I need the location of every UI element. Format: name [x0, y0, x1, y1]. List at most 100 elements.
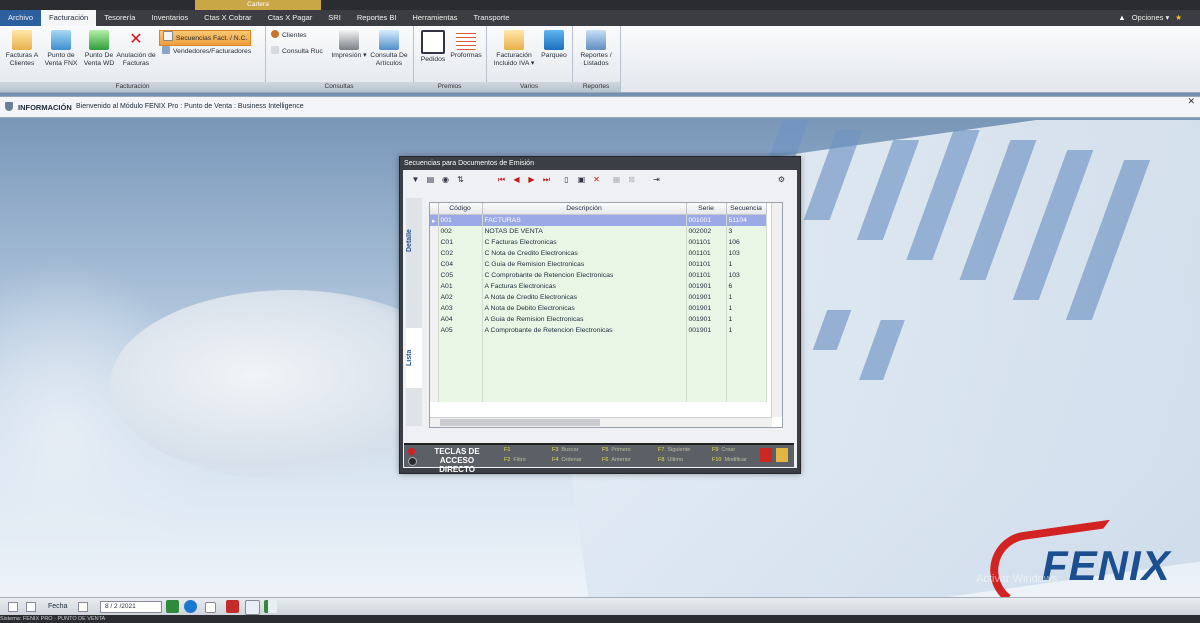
cell-secuencia: 51104 — [726, 214, 767, 226]
previous-record-icon[interactable]: ◀ — [510, 173, 523, 186]
cell-serie: 001901 — [686, 325, 727, 336]
cancel-icon[interactable]: ⊠ — [625, 173, 638, 186]
settings-icon[interactable]: ⚙ — [775, 173, 788, 186]
table-row[interactable]: A04 A Guia de Remision Electronicas 001901… — [430, 314, 767, 325]
play-icon[interactable] — [184, 600, 197, 613]
edit-document-icon[interactable]: ▣ — [575, 173, 588, 186]
order-icon — [421, 30, 445, 54]
tab-lista[interactable]: Lista — [406, 328, 422, 388]
clientes-button[interactable]: Clientes — [271, 30, 307, 42]
users-icon — [162, 46, 170, 54]
tools-icon[interactable] — [226, 600, 239, 613]
side-tabs: Detalle Lista — [406, 198, 422, 426]
tab-facturacion[interactable]: Facturación — [41, 10, 97, 26]
cell-serie: 001101 — [686, 259, 727, 270]
key-icon[interactable] — [776, 448, 788, 462]
proformas-button[interactable]: Proformas — [448, 28, 484, 60]
col-descripcion[interactable]: Descripción — [482, 203, 687, 215]
empty-row — [430, 380, 767, 391]
col-codigo[interactable]: Código — [438, 203, 483, 215]
cell-secuencia: 103 — [726, 248, 767, 259]
table-row[interactable]: A03 A Nota de Debito Electronicas 001901 1 — [430, 303, 767, 314]
export-icon[interactable]: ▤ — [424, 173, 437, 186]
new-document-icon[interactable]: ▯ — [560, 173, 573, 186]
keys-title: TECLAS DE ACCESO DIRECTO — [434, 447, 480, 474]
anulacion-de-facturas-button[interactable]: ✕ Anulación de Facturas — [116, 28, 156, 68]
calendar-icon[interactable] — [245, 600, 260, 615]
cell-descripcion: A Nota de Credito Electronicas — [482, 292, 687, 303]
cell-codigo: C05 — [438, 270, 483, 281]
chevron-up-icon[interactable]: ▲ — [1118, 13, 1125, 22]
facturas-a-clientes-button[interactable]: Facturas A Clientes — [3, 28, 41, 68]
close-icon[interactable]: ✕ — [1187, 96, 1195, 107]
tab-reportes-bi[interactable]: Reportes BI — [349, 10, 405, 26]
cell-serie: 001101 — [686, 248, 727, 259]
table-row[interactable]: C05 C Comprobante de Retencion Electronic… — [430, 270, 767, 281]
cell-serie: 001101 — [686, 270, 727, 281]
fecha-checkbox[interactable] — [78, 602, 88, 612]
empty-row — [430, 336, 767, 347]
sort-icon[interactable]: ⇅ — [454, 173, 467, 186]
consulta-articulos-button[interactable]: Consulta De Artículos — [367, 28, 411, 68]
impresion-button[interactable]: Impresión ▾ — [331, 28, 367, 60]
binoculars-icon[interactable]: ◉ — [439, 173, 452, 186]
facturacion-iva-button[interactable]: Facturación Incluido IVA ▾ — [490, 28, 538, 68]
cell-secuencia: 3 — [726, 226, 767, 237]
tab-sri[interactable]: SRI — [320, 10, 349, 26]
first-record-icon[interactable]: ⏮ — [495, 173, 508, 186]
col-secuencia[interactable]: Secuencia — [726, 203, 767, 215]
shortcut-f8: F8 Ultimo — [658, 457, 684, 463]
options-menu[interactable]: ▲ Opciones ▾ ★ — [1118, 10, 1182, 26]
next-record-icon[interactable]: ▶ — [525, 173, 538, 186]
tab-archivo[interactable]: Archivo — [0, 10, 42, 26]
tab-ctas-x-cobrar[interactable]: Ctas X Cobrar — [196, 10, 260, 26]
table-row[interactable]: A05 A Comprobante de Retencion Electronic… — [430, 325, 767, 336]
star-icon[interactable]: ★ — [1175, 13, 1182, 22]
printer-icon — [339, 30, 359, 50]
last-record-icon[interactable]: ⏭ — [540, 173, 553, 186]
status-checkbox[interactable] — [8, 602, 18, 612]
tab-inventarios[interactable]: Inventarios — [143, 10, 196, 26]
shortcut-f9: F9 Crear — [712, 447, 736, 453]
table-row[interactable]: A01 A Facturas Electronicas 001901 6 — [430, 281, 767, 292]
tab-ctas-x-pagar[interactable]: Ctas X Pagar — [260, 10, 321, 26]
table-row[interactable]: A02 A Nota de Credito Electronicas 001901 1 — [430, 292, 767, 303]
col-serie[interactable]: Serie — [686, 203, 727, 215]
tab-detalle[interactable]: Detalle — [406, 216, 422, 266]
filter-icon[interactable]: ▼ — [409, 173, 422, 186]
exit-icon[interactable]: ⇥ — [650, 173, 663, 186]
cell-descripcion: A Comprobante de Retencion Electronicas — [482, 325, 687, 336]
cell-secuencia: 106 — [726, 237, 767, 248]
table-row[interactable]: C02 C Nota de Credito Electronicas 001101 1… — [430, 248, 767, 259]
table-row[interactable]: 002 NOTAS DE VENTA 002002 3 — [430, 226, 767, 237]
punto-de-venta-fnx-button[interactable]: Punto de Venta FNX — [42, 28, 80, 68]
secuencias-dialog: Secuencias para Documentos de Emisión ▼ … — [399, 156, 801, 474]
vendedores-button[interactable]: Vendedores/Facturadores — [162, 46, 251, 58]
calculator-icon[interactable] — [166, 600, 179, 613]
horizontal-scrollbar[interactable] — [430, 417, 772, 427]
consulta-ruc-button[interactable]: Consulta Ruc — [271, 46, 323, 58]
pos-terminal-icon — [89, 30, 109, 50]
delete-icon[interactable]: ✕ — [590, 173, 603, 186]
date-field[interactable]: 8 / 2 /2021 — [100, 601, 162, 613]
table-row[interactable]: C04 C Guia de Remision Electronicas 001101… — [430, 259, 767, 270]
table-row[interactable]: ▸ 001 FACTURAS 001001 51104 — [430, 214, 767, 226]
save-icon[interactable]: ▦ — [610, 173, 623, 186]
check-icon[interactable] — [205, 602, 216, 613]
row-indicator: ▸ — [430, 214, 439, 226]
parqueo-button[interactable]: Parqueo — [538, 28, 570, 60]
title-strip — [0, 0, 1200, 10]
tab-herramientas[interactable]: Herramientas — [404, 10, 465, 26]
secuencias-button[interactable]: Secuencias Fact. / N.C. — [159, 30, 252, 46]
chart-icon[interactable] — [264, 600, 277, 613]
reportes-listados-button[interactable]: Reportes / Listados — [576, 28, 616, 68]
table-row[interactable]: C01 C Facturas Electronicas 001101 106 — [430, 237, 767, 248]
status-checkbox[interactable] — [26, 602, 36, 612]
pedidos-button[interactable]: Pedidos — [416, 28, 450, 64]
pdf-icon[interactable] — [760, 448, 772, 462]
punto-de-venta-wd-button[interactable]: Punto De Venta WD — [80, 28, 118, 68]
vertical-scrollbar[interactable] — [771, 203, 782, 417]
tab-transporte[interactable]: Transporte — [465, 10, 517, 26]
tab-tesoreria[interactable]: Tesorería — [96, 10, 143, 26]
row-indicator — [430, 248, 439, 259]
